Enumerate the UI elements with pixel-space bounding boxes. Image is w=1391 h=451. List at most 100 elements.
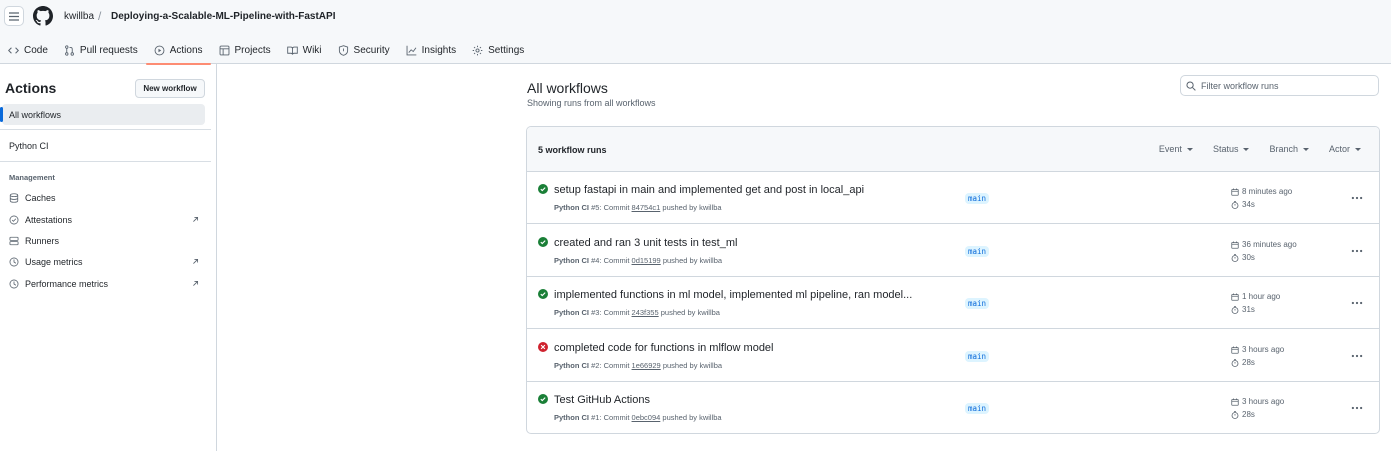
workflow-run-row: created and ran 3 unit tests in test_ml …: [527, 225, 1379, 277]
commit-sha-link[interactable]: 1e66929: [632, 361, 661, 370]
branch-label[interactable]: main: [965, 403, 990, 414]
github-logo-icon[interactable]: [33, 6, 53, 26]
branch-label[interactable]: main: [965, 246, 990, 257]
kebab-menu-icon[interactable]: [1351, 245, 1363, 257]
commit-sha-link[interactable]: 243f355: [632, 308, 659, 317]
actions-sidebar: Actions New workflow All workflows Pytho…: [0, 64, 217, 451]
tab-security[interactable]: Security: [330, 36, 398, 64]
sidebar-item-python-ci[interactable]: Python CI: [9, 141, 49, 151]
runs-list-header: 5 workflow runs Event Status Branch Acto…: [527, 127, 1379, 172]
tab-label: Code: [24, 44, 48, 56]
kebab-menu-icon[interactable]: [1351, 192, 1363, 204]
calendar-icon: [1231, 241, 1239, 249]
hamburger-icon: [9, 11, 19, 21]
filter-label: Event: [1158, 144, 1182, 154]
stopwatch-icon: [1231, 305, 1239, 314]
sidebar-item-all-workflows[interactable]: All workflows: [0, 104, 205, 125]
pushed-by: pushed by kwillba: [662, 256, 723, 265]
run-meta: Python CI #5: Commit 84754c1 pushed by k…: [554, 203, 722, 212]
stopwatch-icon: [1231, 253, 1239, 262]
run-time-ago: 3 hours ago: [1242, 345, 1285, 354]
run-time: 3 hours ago: [1231, 345, 1284, 354]
run-meta: Python CI #2: Commit 1e66929 pushed by k…: [554, 361, 722, 370]
run-title-link[interactable]: created and ran 3 unit tests in test_ml: [554, 237, 737, 249]
branch-filter-dropdown[interactable]: Branch: [1269, 144, 1309, 154]
pushed-by: pushed by kwillba: [662, 413, 722, 422]
filter-placeholder: Filter workflow runs: [1201, 80, 1279, 91]
run-meta: Python CI #3: Commit 243f355 pushed by k…: [554, 308, 720, 317]
run-duration-value: 31s: [1242, 305, 1255, 314]
commit-sha-link[interactable]: 0ebc094: [632, 413, 661, 422]
filter-workflow-runs-input[interactable]: Filter workflow runs: [1180, 75, 1379, 96]
sidebar-item-usage-metrics[interactable]: Usage metrics: [9, 255, 199, 269]
tab-label: Settings: [488, 44, 525, 56]
run-title-link[interactable]: implemented functions in ml model, imple…: [554, 289, 912, 301]
repo-name-link[interactable]: Deploying-a-Scalable-ML-Pipeline-with-Fa…: [111, 11, 335, 22]
caret-down-icon: [1186, 147, 1193, 151]
sidebar-item-performance-metrics[interactable]: Performance metrics: [9, 277, 199, 291]
shield-icon: [338, 44, 348, 56]
sidebar-title: Actions: [5, 80, 57, 96]
tab-projects[interactable]: Projects: [211, 36, 279, 64]
commit-label: : Commit: [599, 413, 630, 422]
database-icon: [9, 193, 19, 203]
tab-insights[interactable]: Insights: [398, 36, 464, 64]
menu-button[interactable]: [4, 6, 24, 26]
commit-sha-link[interactable]: 0d15199: [632, 256, 661, 265]
tab-settings[interactable]: Settings: [464, 36, 532, 64]
page-subtitle: Showing runs from all workflows: [527, 98, 656, 108]
tab-label: Wiki: [302, 44, 322, 56]
repo-owner-link[interactable]: kwillba: [64, 11, 94, 22]
calendar-icon: [1231, 188, 1239, 196]
tab-label: Insights: [421, 44, 457, 56]
tab-actions[interactable]: Actions: [145, 36, 211, 65]
sidebar-item-runners[interactable]: Runners: [9, 234, 199, 248]
run-time-ago: 1 hour ago: [1242, 292, 1281, 301]
play-icon: [154, 45, 165, 55]
kebab-menu-icon[interactable]: [1351, 350, 1363, 362]
run-time-ago: 3 hours ago: [1242, 397, 1285, 406]
runs-filters: Event Status Branch Actor: [1139, 144, 1361, 154]
event-filter-dropdown[interactable]: Event: [1159, 144, 1193, 154]
run-title-link[interactable]: Test GitHub Actions: [554, 394, 650, 406]
branch-label[interactable]: main: [965, 351, 990, 362]
check-circle-icon: [538, 184, 548, 194]
branch-label[interactable]: main: [965, 298, 990, 309]
calendar-icon: [1231, 398, 1239, 406]
run-time-ago: 36 minutes ago: [1242, 240, 1297, 249]
workflow-name: Python CI: [554, 308, 589, 317]
clock-icon: [9, 257, 19, 267]
filter-label: Actor: [1328, 144, 1350, 154]
run-duration-value: 28s: [1242, 410, 1255, 419]
commit-sha-link[interactable]: 84754c1: [632, 203, 661, 212]
run-duration: 28s: [1231, 410, 1255, 419]
sidebar-item-caches[interactable]: Caches: [9, 191, 199, 205]
run-title-link[interactable]: setup fastapi in main and implemented ge…: [554, 184, 864, 196]
runs-count: 5 workflow runs: [538, 145, 607, 155]
external-link-icon: [193, 280, 199, 286]
actor-filter-dropdown[interactable]: Actor: [1329, 144, 1361, 154]
external-link-icon: [193, 258, 199, 264]
sidebar-item-label: Usage metrics: [25, 257, 83, 267]
workflow-run-row: implemented functions in ml model, imple…: [527, 277, 1379, 329]
kebab-menu-icon[interactable]: [1351, 402, 1363, 414]
calendar-icon: [1231, 346, 1239, 354]
branch-label[interactable]: main: [965, 193, 990, 204]
caret-down-icon: [1243, 147, 1250, 151]
kebab-menu-icon[interactable]: [1351, 297, 1363, 309]
path-separator: /: [98, 9, 102, 23]
tab-code[interactable]: Code: [0, 36, 56, 64]
run-meta: Python CI #4: Commit 0d15199 pushed by k…: [554, 256, 722, 265]
run-title-link[interactable]: completed code for functions in mlflow m…: [554, 342, 774, 354]
new-workflow-button[interactable]: New workflow: [135, 79, 205, 98]
filter-label: Branch: [1269, 144, 1298, 154]
tab-wiki[interactable]: Wiki: [279, 36, 330, 64]
sidebar-item-attestations[interactable]: Attestations: [9, 213, 199, 227]
run-time: 3 hours ago: [1231, 397, 1284, 406]
status-filter-dropdown[interactable]: Status: [1213, 144, 1250, 154]
filter-label: Status: [1212, 144, 1239, 154]
run-time-ago: 8 minutes ago: [1242, 187, 1293, 196]
pushed-by: pushed by kwillba: [662, 361, 723, 370]
tab-pull-requests[interactable]: Pull requests: [56, 36, 146, 64]
search-icon: [1186, 80, 1196, 91]
